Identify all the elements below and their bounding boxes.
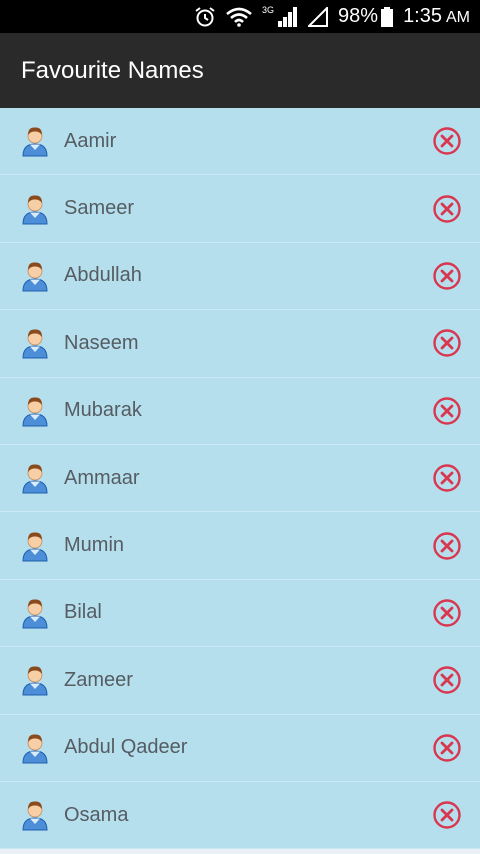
alarm-icon xyxy=(195,6,215,26)
user-avatar-icon xyxy=(22,195,48,225)
remove-icon[interactable] xyxy=(432,800,462,830)
user-avatar-icon xyxy=(22,599,48,629)
list-item[interactable]: Abdullah xyxy=(0,242,480,311)
list-item[interactable]: Mumin xyxy=(0,512,480,580)
name-label: Zameer xyxy=(64,668,133,691)
battery-percentage: 98% xyxy=(338,5,379,27)
remove-icon[interactable] xyxy=(432,328,462,358)
user-avatar-icon xyxy=(22,127,48,157)
list-item[interactable]: Aamir xyxy=(0,108,480,176)
user-avatar-icon xyxy=(22,464,48,494)
network-type-label: 3G xyxy=(262,4,275,15)
user-avatar-icon xyxy=(22,397,48,427)
list-item[interactable]: Osama xyxy=(0,781,480,850)
list-item[interactable]: Naseem xyxy=(0,310,480,378)
wifi-icon xyxy=(226,7,252,27)
clock-time: 1:35 xyxy=(403,5,442,27)
remove-icon[interactable] xyxy=(432,733,462,763)
remove-icon[interactable] xyxy=(432,531,462,561)
name-label: Sameer xyxy=(64,197,135,220)
list-item[interactable]: Zameer xyxy=(0,647,480,715)
list-item[interactable]: Mubarak xyxy=(0,377,480,445)
name-label: Aamir xyxy=(64,129,117,152)
list-item[interactable]: Bilal xyxy=(0,579,480,648)
clock: 1:35 AM xyxy=(403,5,470,28)
name-label: Mubarak xyxy=(64,399,142,422)
clock-ampm: AM xyxy=(446,9,470,26)
battery-indicator: 98% xyxy=(338,5,394,28)
name-label: Osama xyxy=(64,803,129,826)
remove-icon[interactable] xyxy=(432,665,462,695)
user-avatar-icon xyxy=(22,734,48,764)
list-item[interactable]: Abdul Qadeer xyxy=(0,714,480,782)
status-bar: 3G 98% 1:35 AM xyxy=(0,0,480,33)
user-avatar-icon xyxy=(22,532,48,562)
remove-icon[interactable] xyxy=(432,126,462,156)
user-avatar-icon xyxy=(22,262,48,292)
name-label: Abdullah xyxy=(64,264,142,287)
user-avatar-icon xyxy=(22,329,48,359)
remove-icon[interactable] xyxy=(432,194,462,224)
remove-icon[interactable] xyxy=(432,463,462,493)
cellular-signal-icon xyxy=(278,6,298,27)
user-avatar-icon xyxy=(22,801,48,831)
favourite-names-list: Aamir Sameer Abdullah Naseem Mubarak Amm… xyxy=(0,108,480,850)
remove-icon[interactable] xyxy=(432,598,462,628)
user-avatar-icon xyxy=(22,666,48,696)
battery-icon xyxy=(381,6,394,27)
remove-icon[interactable] xyxy=(432,396,462,426)
name-label: Bilal xyxy=(64,601,102,624)
list-item[interactable]: Sameer xyxy=(0,175,480,243)
page-title: Favourite Names xyxy=(21,56,204,84)
remove-icon[interactable] xyxy=(432,261,462,291)
name-label: Ammaar xyxy=(64,466,140,489)
name-label: Naseem xyxy=(64,331,139,354)
no-signal-icon xyxy=(308,6,329,27)
list-item[interactable]: Ammaar xyxy=(0,444,480,513)
app-bar: Favourite Names xyxy=(0,33,480,108)
name-label: Mumin xyxy=(64,534,125,557)
name-label: Abdul Qadeer xyxy=(64,736,188,759)
